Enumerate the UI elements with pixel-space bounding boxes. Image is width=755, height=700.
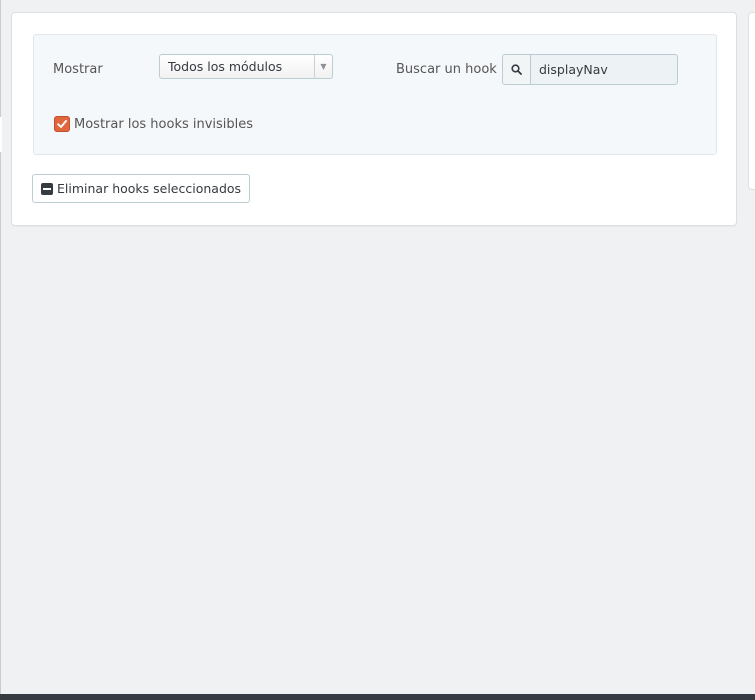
module-select-value: Todos los módulos <box>168 59 283 74</box>
show-invisible-hooks-row[interactable]: Mostrar los hooks invisibles <box>54 115 253 133</box>
search-hook-group <box>502 54 678 85</box>
left-edge-notch <box>0 117 2 152</box>
minus-square-icon <box>41 182 53 195</box>
search-hook-label: Buscar un hook <box>396 62 497 77</box>
show-invisible-checkbox[interactable] <box>54 116 70 132</box>
show-label: Mostrar <box>53 62 103 77</box>
chevron-down-icon[interactable]: ▼ <box>314 55 332 78</box>
bottom-bar <box>0 694 755 700</box>
check-icon <box>57 120 67 128</box>
left-edge-border <box>0 0 1 700</box>
show-invisible-label: Mostrar los hooks invisibles <box>74 116 254 132</box>
module-select[interactable]: Todos los módulos ▼ <box>159 54 333 79</box>
delete-selected-hooks-label: Eliminar hooks seleccionados <box>57 181 242 196</box>
search-hook-input[interactable] <box>531 55 677 84</box>
search-icon <box>503 55 531 84</box>
hooks-filter-panel: Mostrar Todos los módulos ▼ Buscar un ho… <box>11 12 737 226</box>
delete-selected-hooks-button[interactable]: Eliminar hooks seleccionados <box>32 174 251 203</box>
filter-well: Mostrar Todos los módulos ▼ Buscar un ho… <box>33 34 717 155</box>
adjacent-panel <box>748 12 755 190</box>
